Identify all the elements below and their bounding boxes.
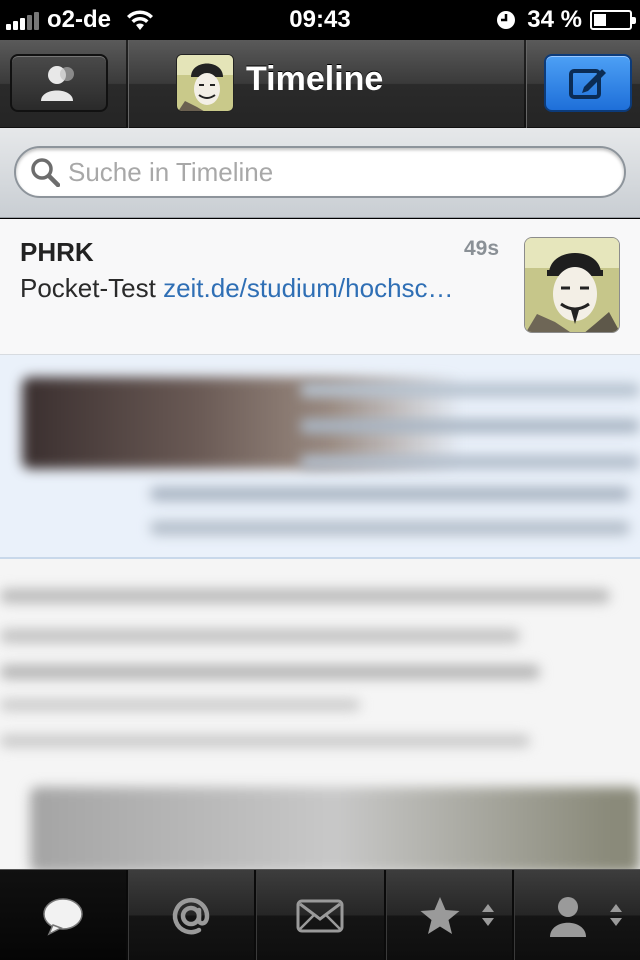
tweet-author[interactable]: PHRK bbox=[20, 237, 94, 268]
tweet-avatar[interactable] bbox=[524, 237, 620, 333]
at-icon bbox=[172, 897, 210, 934]
nav-divider bbox=[126, 40, 128, 128]
search-input[interactable] bbox=[68, 156, 608, 188]
search-field[interactable] bbox=[14, 146, 626, 198]
sort-toggle-icon bbox=[482, 904, 494, 932]
accounts-button[interactable] bbox=[10, 54, 108, 112]
status-right: 34 % bbox=[495, 6, 636, 34]
compose-icon bbox=[569, 69, 606, 99]
battery-percent: 34 % bbox=[527, 6, 582, 33]
tab-mentions[interactable] bbox=[128, 870, 256, 960]
tab-messages[interactable] bbox=[256, 870, 386, 960]
avatar[interactable] bbox=[176, 54, 234, 112]
blurred-content bbox=[150, 521, 630, 535]
tweet-avatar-image bbox=[525, 238, 619, 332]
blurred-content bbox=[300, 455, 640, 469]
navigation-bar: Timeline bbox=[0, 40, 640, 128]
blurred-content bbox=[0, 589, 610, 603]
tab-favorites[interactable] bbox=[386, 870, 514, 960]
blurred-content bbox=[300, 419, 640, 433]
blurred-content bbox=[0, 735, 530, 747]
page-title: Timeline bbox=[246, 60, 384, 98]
tab-profile[interactable] bbox=[514, 870, 640, 960]
avatar-image bbox=[177, 55, 233, 111]
tweet-link[interactable]: zeit.de/studium/hochsc… bbox=[163, 273, 453, 303]
tweet-row[interactable]: PHRK 49s Pocket-Test zeit.de/studium/hoc… bbox=[0, 219, 640, 355]
battery-fill bbox=[594, 14, 606, 26]
tab-timeline[interactable] bbox=[0, 870, 128, 960]
star-icon bbox=[420, 896, 460, 934]
alarm-clock-icon bbox=[497, 11, 516, 29]
blurred-content bbox=[300, 383, 640, 397]
people-icon bbox=[41, 66, 74, 101]
status-bar: o2-de 09:43 34 % bbox=[0, 0, 640, 40]
blurred-content bbox=[0, 629, 520, 643]
battery-icon bbox=[590, 10, 636, 30]
blurred-tweet[interactable] bbox=[0, 559, 640, 869]
speech-bubble-icon bbox=[43, 897, 83, 936]
tweet-age: 49s bbox=[464, 237, 500, 260]
tab-bar bbox=[0, 869, 640, 960]
search-bar bbox=[0, 128, 640, 218]
blurred-content bbox=[30, 787, 640, 869]
timeline-list[interactable]: PHRK 49s Pocket-Test zeit.de/studium/hoc… bbox=[0, 219, 640, 869]
blurred-tweet[interactable] bbox=[0, 355, 640, 559]
compose-button[interactable] bbox=[544, 54, 632, 112]
blurred-content bbox=[0, 699, 360, 711]
search-icon bbox=[31, 158, 60, 187]
nav-divider bbox=[524, 40, 526, 128]
envelope-icon bbox=[296, 899, 344, 932]
tweet-text: Pocket-Test zeit.de/studium/hochsc… bbox=[20, 273, 510, 304]
sort-toggle-icon bbox=[610, 904, 622, 932]
blurred-content bbox=[0, 665, 540, 679]
tweet-text-body: Pocket-Test bbox=[20, 273, 164, 303]
blurred-content bbox=[150, 487, 630, 501]
person-icon bbox=[550, 896, 586, 937]
